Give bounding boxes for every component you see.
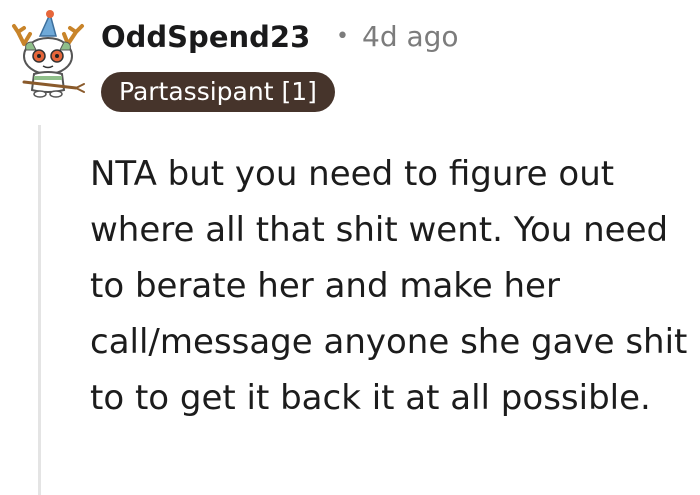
thread-collapse-line[interactable] <box>38 125 41 495</box>
comment-author[interactable]: OddSpend23 <box>101 17 310 57</box>
comment-body: NTA but you need to figure out where all… <box>90 146 690 426</box>
meta-separator: • <box>336 24 349 49</box>
comment-body-text: NTA but you need to figure out where all… <box>90 154 688 418</box>
user-avatar[interactable] <box>10 6 94 102</box>
user-flair-badge: Partassipant [1] <box>101 72 335 112</box>
comment: OddSpend23 • 4d ago Partassipant [1] NTA… <box>0 0 700 495</box>
snoo-avatar-icon <box>12 10 85 98</box>
comment-timestamp[interactable]: 4d ago <box>362 17 459 57</box>
